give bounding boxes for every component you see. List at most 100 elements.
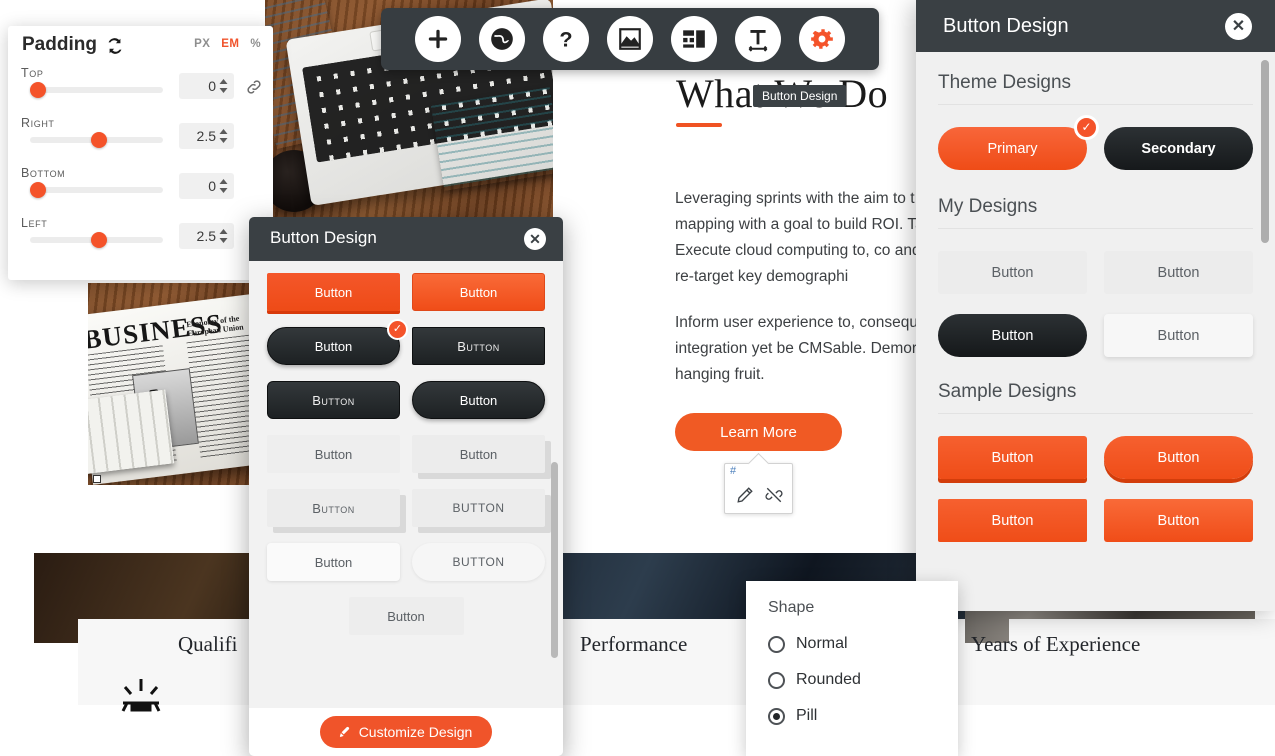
sample-design-swatch[interactable]: Button: [1104, 499, 1253, 542]
shape-option-label: Normal: [796, 635, 848, 652]
shape-option-label: Pill: [796, 707, 818, 724]
help-icon[interactable]: ?: [543, 16, 589, 62]
shape-option-rounded[interactable]: Rounded: [768, 671, 861, 689]
shape-dropdown: Shape Normal Rounded Pill: [746, 581, 958, 756]
title-underline: [676, 123, 722, 127]
modal-header: Button Design ✕: [249, 217, 563, 261]
button-swatch[interactable]: Button: [267, 273, 400, 311]
button-swatch[interactable]: Button: [267, 489, 400, 527]
unit-px[interactable]: PX: [194, 38, 210, 50]
shape-option-normal[interactable]: Normal: [768, 635, 848, 653]
my-design-swatch[interactable]: Button: [1104, 314, 1253, 357]
my-design-swatch[interactable]: Button: [938, 251, 1087, 294]
stat-label: Years of Experience: [971, 632, 1141, 656]
stepper-left[interactable]: [218, 228, 229, 244]
padding-slider-right[interactable]: [30, 132, 163, 148]
my-design-swatch[interactable]: Button: [938, 314, 1087, 357]
padding-row-top: Top: [8, 66, 273, 116]
section-heading-my-designs: My Designs: [938, 196, 1253, 229]
shape-option-label: Rounded: [796, 671, 861, 688]
customize-design-label: Customize Design: [358, 724, 473, 740]
radio-icon-selected: [768, 707, 785, 725]
button-swatch[interactable]: Button: [267, 381, 400, 419]
sample-design-swatch[interactable]: Button: [1104, 436, 1253, 479]
button-swatch-label: Button: [314, 338, 353, 354]
radio-icon: [768, 635, 785, 653]
close-icon[interactable]: ✕: [1225, 13, 1252, 40]
padding-label-left: Left: [21, 216, 48, 230]
radio-icon: [768, 671, 785, 689]
stat-label: Performance: [580, 632, 688, 656]
sync-icon[interactable]: [104, 35, 126, 57]
unit-em[interactable]: EM: [221, 38, 239, 50]
photo-keyboard: [88, 389, 175, 475]
section-heading-sample-designs: Sample Designs: [938, 381, 1253, 414]
text-size-icon[interactable]: [735, 16, 781, 62]
customize-design-button[interactable]: Customize Design: [319, 716, 493, 748]
toolbar-tooltip: Button Design: [753, 85, 847, 107]
theme-swatch-primary[interactable]: Primary ✓: [938, 115, 1099, 170]
settings-icon[interactable]: [799, 16, 845, 62]
stepper-top[interactable]: [218, 78, 229, 94]
button-swatch[interactable]: Button: [412, 327, 545, 365]
padding-panel: Padding PX EM % Top 0 Right 2.5 Bottom 0…: [8, 26, 273, 280]
theme-swatch-secondary[interactable]: Secondary: [1104, 127, 1253, 170]
my-design-swatch[interactable]: Button: [1104, 251, 1253, 294]
slider-knob[interactable]: [91, 132, 107, 148]
padding-slider-bottom[interactable]: [30, 182, 163, 198]
button-swatch[interactable]: Button: [267, 543, 400, 581]
button-design-panel: Button Design ✕ Theme Designs Primary ✓ …: [916, 0, 1275, 611]
button-swatch[interactable]: Button: [412, 273, 545, 311]
stepper-right[interactable]: [218, 128, 229, 144]
button-swatch[interactable]: Button: [412, 489, 545, 527]
learn-more-button[interactable]: Learn More: [675, 413, 842, 451]
button-swatch[interactable]: Button: [348, 597, 464, 635]
padding-row-left: Left: [8, 216, 273, 266]
modal-scrollbar[interactable]: [551, 462, 558, 658]
sample-design-swatch[interactable]: Button: [938, 436, 1087, 479]
check-icon: ✓: [387, 319, 408, 340]
shape-option-pill[interactable]: Pill: [768, 707, 817, 725]
photo-paper-right: [431, 87, 553, 191]
padding-slider-left[interactable]: [30, 232, 163, 248]
button-swatch[interactable]: Button: [267, 435, 400, 473]
add-icon[interactable]: [415, 16, 461, 62]
button-swatch[interactable]: Button: [412, 381, 545, 419]
button-swatch-selected[interactable]: Button ✓: [267, 319, 408, 365]
modal-body: Button Button Button ✓ Button Button But…: [249, 261, 563, 708]
panel-header: Button Design ✕: [916, 0, 1275, 52]
check-icon: ✓: [1074, 115, 1099, 140]
padding-panel-header: Padding PX EM %: [8, 26, 273, 66]
layout-icon[interactable]: [671, 16, 717, 62]
link-icon[interactable]: [245, 78, 263, 96]
padding-slider-top[interactable]: [30, 82, 163, 98]
image-icon[interactable]: [607, 16, 653, 62]
padding-label-right: Right: [21, 116, 55, 130]
panel-scrollbar[interactable]: [1261, 60, 1269, 243]
sample-design-swatch[interactable]: Button: [938, 499, 1087, 542]
link-anchor-text: #: [730, 465, 737, 477]
padding-label-bottom: Bottom: [21, 166, 66, 180]
my-designs-grid: Button Button Button Button: [938, 251, 1253, 357]
slider-knob[interactable]: [30, 182, 46, 198]
padding-panel-title: Padding: [22, 34, 97, 55]
modal-footer: Customize Design: [249, 708, 563, 756]
stat-label: Qualifi: [178, 632, 238, 656]
padding-label-top: Top: [21, 66, 44, 80]
button-swatch[interactable]: Button: [412, 543, 545, 581]
padding-row-bottom: Bottom: [8, 166, 273, 216]
editor-toolbar: ?: [381, 8, 879, 70]
brush-icon: [336, 725, 351, 740]
selection-handle[interactable]: [93, 475, 101, 483]
unlink-icon[interactable]: [765, 486, 783, 504]
unit-percent[interactable]: %: [250, 38, 261, 50]
unit-toggle-group[interactable]: PX EM %: [194, 38, 261, 50]
pencil-icon[interactable]: [736, 486, 754, 504]
stepper-bottom[interactable]: [218, 178, 229, 194]
slider-knob[interactable]: [30, 82, 46, 98]
globe-icon[interactable]: [479, 16, 525, 62]
panel-body: Theme Designs Primary ✓ Secondary My Des…: [916, 72, 1275, 542]
close-icon[interactable]: ✕: [524, 228, 546, 250]
button-swatch[interactable]: Button: [412, 435, 545, 473]
slider-knob[interactable]: [91, 232, 107, 248]
